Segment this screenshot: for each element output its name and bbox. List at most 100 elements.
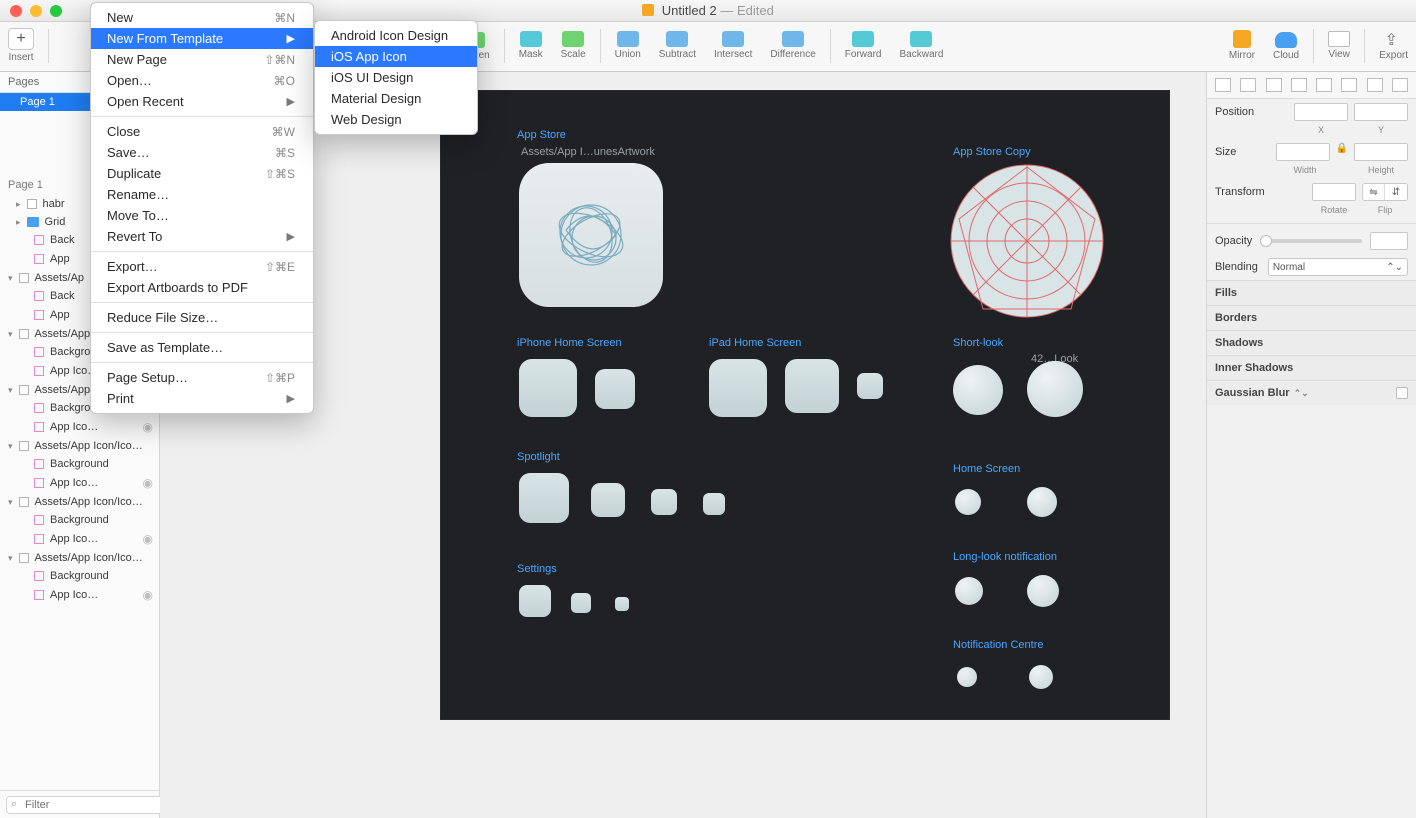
spotlight-icon-3[interactable] (651, 489, 677, 515)
visibility-icon[interactable]: ◉ (143, 476, 153, 490)
menu-item-open-recent[interactable]: Open Recent▶ (91, 91, 313, 112)
align-top-icon[interactable] (1291, 78, 1307, 92)
fills-section[interactable]: Fills (1207, 280, 1416, 305)
submenu-item-ios-ui-design[interactable]: iOS UI Design (315, 67, 477, 88)
ipad-home-icon-3[interactable] (857, 373, 883, 399)
align-center-v-icon[interactable] (1316, 78, 1332, 92)
menu-item-save[interactable]: Save…⌘S (91, 142, 313, 163)
menu-item-move-to[interactable]: Move To… (91, 205, 313, 226)
iphone-home-icon-large[interactable] (519, 359, 577, 417)
gaussian-blur-checkbox[interactable] (1396, 387, 1408, 399)
disclosure-triangle-icon[interactable]: ▾ (8, 385, 13, 396)
long-look-icon-1[interactable] (955, 577, 983, 605)
layer-item[interactable]: App Ico…◉ (0, 473, 159, 493)
layer-item[interactable]: App Ico…◉ (0, 529, 159, 549)
short-look-icon-2[interactable] (1027, 361, 1083, 417)
height-field[interactable] (1354, 143, 1408, 161)
menu-item-export[interactable]: Export…⇧⌘E (91, 256, 313, 277)
ipad-home-icon-2[interactable] (785, 359, 839, 413)
opacity-slider[interactable] (1260, 239, 1362, 243)
align-bottom-icon[interactable] (1341, 78, 1357, 92)
home-screen-icon-1[interactable] (955, 489, 981, 515)
difference-button[interactable]: Difference (770, 31, 815, 60)
menu-item-duplicate[interactable]: Duplicate⇧⌘S (91, 163, 313, 184)
menu-item-new-from-template[interactable]: New From Template▶ (91, 28, 313, 49)
layer-artboard[interactable]: ▾Assets/App Icon/Ico… (0, 549, 159, 567)
align-right-icon[interactable] (1266, 78, 1282, 92)
settings-icon-1[interactable] (519, 585, 551, 617)
short-look-icon-1[interactable] (953, 365, 1003, 415)
spotlight-icon-4[interactable] (703, 493, 725, 515)
distribute-h-icon[interactable] (1367, 78, 1383, 92)
subtract-button[interactable]: Subtract (659, 31, 696, 60)
align-left-icon[interactable] (1215, 78, 1231, 92)
home-screen-icon-2[interactable] (1027, 487, 1057, 517)
layer-item[interactable]: App Ico…◉ (0, 417, 159, 437)
borders-section[interactable]: Borders (1207, 305, 1416, 330)
long-look-icon-2[interactable] (1027, 575, 1059, 607)
visibility-icon[interactable]: ◉ (143, 588, 153, 602)
position-x-field[interactable] (1294, 103, 1348, 121)
menu-item-page-setup[interactable]: Page Setup…⇧⌘P (91, 367, 313, 388)
menu-item-new[interactable]: New⌘N (91, 7, 313, 28)
view-button[interactable]: View (1328, 31, 1350, 60)
flip-vertical-icon[interactable]: ⇵ (1385, 184, 1407, 200)
mirror-button[interactable]: Mirror (1229, 30, 1255, 61)
intersect-button[interactable]: Intersect (714, 31, 752, 60)
polar-grid-icon[interactable] (947, 161, 1107, 321)
ipad-home-icon-1[interactable] (709, 359, 767, 417)
blending-dropdown[interactable]: Normal⌃⌄ (1268, 258, 1408, 276)
insert-button[interactable]: + Insert (8, 28, 34, 63)
alignment-controls[interactable] (1207, 72, 1416, 99)
opacity-field[interactable] (1370, 232, 1408, 250)
lock-icon[interactable]: 🔒 (1336, 143, 1348, 161)
submenu-item-ios-app-icon[interactable]: iOS App Icon (315, 46, 477, 67)
disclosure-triangle-icon[interactable]: ▾ (8, 553, 13, 564)
scale-button[interactable]: Scale (561, 31, 586, 60)
flip-segmented[interactable]: ⇋⇵ (1362, 183, 1408, 201)
submenu-item-android-icon-design[interactable]: Android Icon Design (315, 25, 477, 46)
gaussian-blur-section[interactable]: Gaussian Blur⌃⌄ (1207, 380, 1416, 405)
cloud-button[interactable]: Cloud (1273, 32, 1299, 61)
layer-item[interactable]: Background (0, 567, 159, 585)
menu-item-rename[interactable]: Rename… (91, 184, 313, 205)
rotate-field[interactable] (1312, 183, 1356, 201)
spotlight-icon-1[interactable] (519, 473, 569, 523)
new-from-template-submenu[interactable]: Android Icon DesigniOS App IconiOS UI De… (314, 20, 478, 135)
notif-centre-icon-1[interactable] (957, 667, 977, 687)
settings-icon-2[interactable] (571, 593, 591, 613)
menu-item-close[interactable]: Close⌘W (91, 121, 313, 142)
menu-item-new-page[interactable]: New Page⇧⌘N (91, 49, 313, 70)
layer-item[interactable]: App Ico…◉ (0, 585, 159, 605)
layer-artboard[interactable]: ▾Assets/App Icon/Ico… (0, 493, 159, 511)
backward-button[interactable]: Backward (899, 31, 943, 60)
submenu-item-web-design[interactable]: Web Design (315, 109, 477, 130)
layer-artboard[interactable]: ▾Assets/App Icon/Ico… (0, 437, 159, 455)
position-y-field[interactable] (1354, 103, 1408, 121)
disclosure-triangle-icon[interactable]: ▾ (8, 273, 13, 284)
spotlight-icon-2[interactable] (591, 483, 625, 517)
file-menu[interactable]: New⌘NNew From Template▶New Page⇧⌘NOpen…⌘… (90, 2, 314, 414)
visibility-icon[interactable]: ◉ (143, 420, 153, 434)
disclosure-triangle-icon[interactable]: ▾ (8, 441, 13, 452)
filter-input[interactable] (6, 796, 174, 814)
menu-item-save-as-template[interactable]: Save as Template… (91, 337, 313, 358)
width-field[interactable] (1276, 143, 1330, 161)
flip-horizontal-icon[interactable]: ⇋ (1363, 184, 1385, 200)
menu-item-open[interactable]: Open…⌘O (91, 70, 313, 91)
canvas[interactable]: App Store Assets/App I…unesArtwork App S… (160, 72, 1206, 818)
union-button[interactable]: Union (615, 31, 641, 60)
forward-button[interactable]: Forward (845, 31, 882, 60)
settings-icon-3[interactable] (615, 597, 629, 611)
menu-item-revert-to[interactable]: Revert To▶ (91, 226, 313, 247)
layer-item[interactable]: Background (0, 511, 159, 529)
disclosure-triangle-icon[interactable]: ▾ (8, 497, 13, 508)
visibility-icon[interactable]: ◉ (143, 532, 153, 546)
mask-button[interactable]: Mask (519, 31, 543, 60)
inner-shadows-section[interactable]: Inner Shadows (1207, 355, 1416, 380)
iphone-home-icon-small[interactable] (595, 369, 635, 409)
submenu-item-material-design[interactable]: Material Design (315, 88, 477, 109)
menu-item-print[interactable]: Print▶ (91, 388, 313, 409)
export-button[interactable]: ⇪Export (1379, 30, 1408, 61)
align-center-h-icon[interactable] (1240, 78, 1256, 92)
